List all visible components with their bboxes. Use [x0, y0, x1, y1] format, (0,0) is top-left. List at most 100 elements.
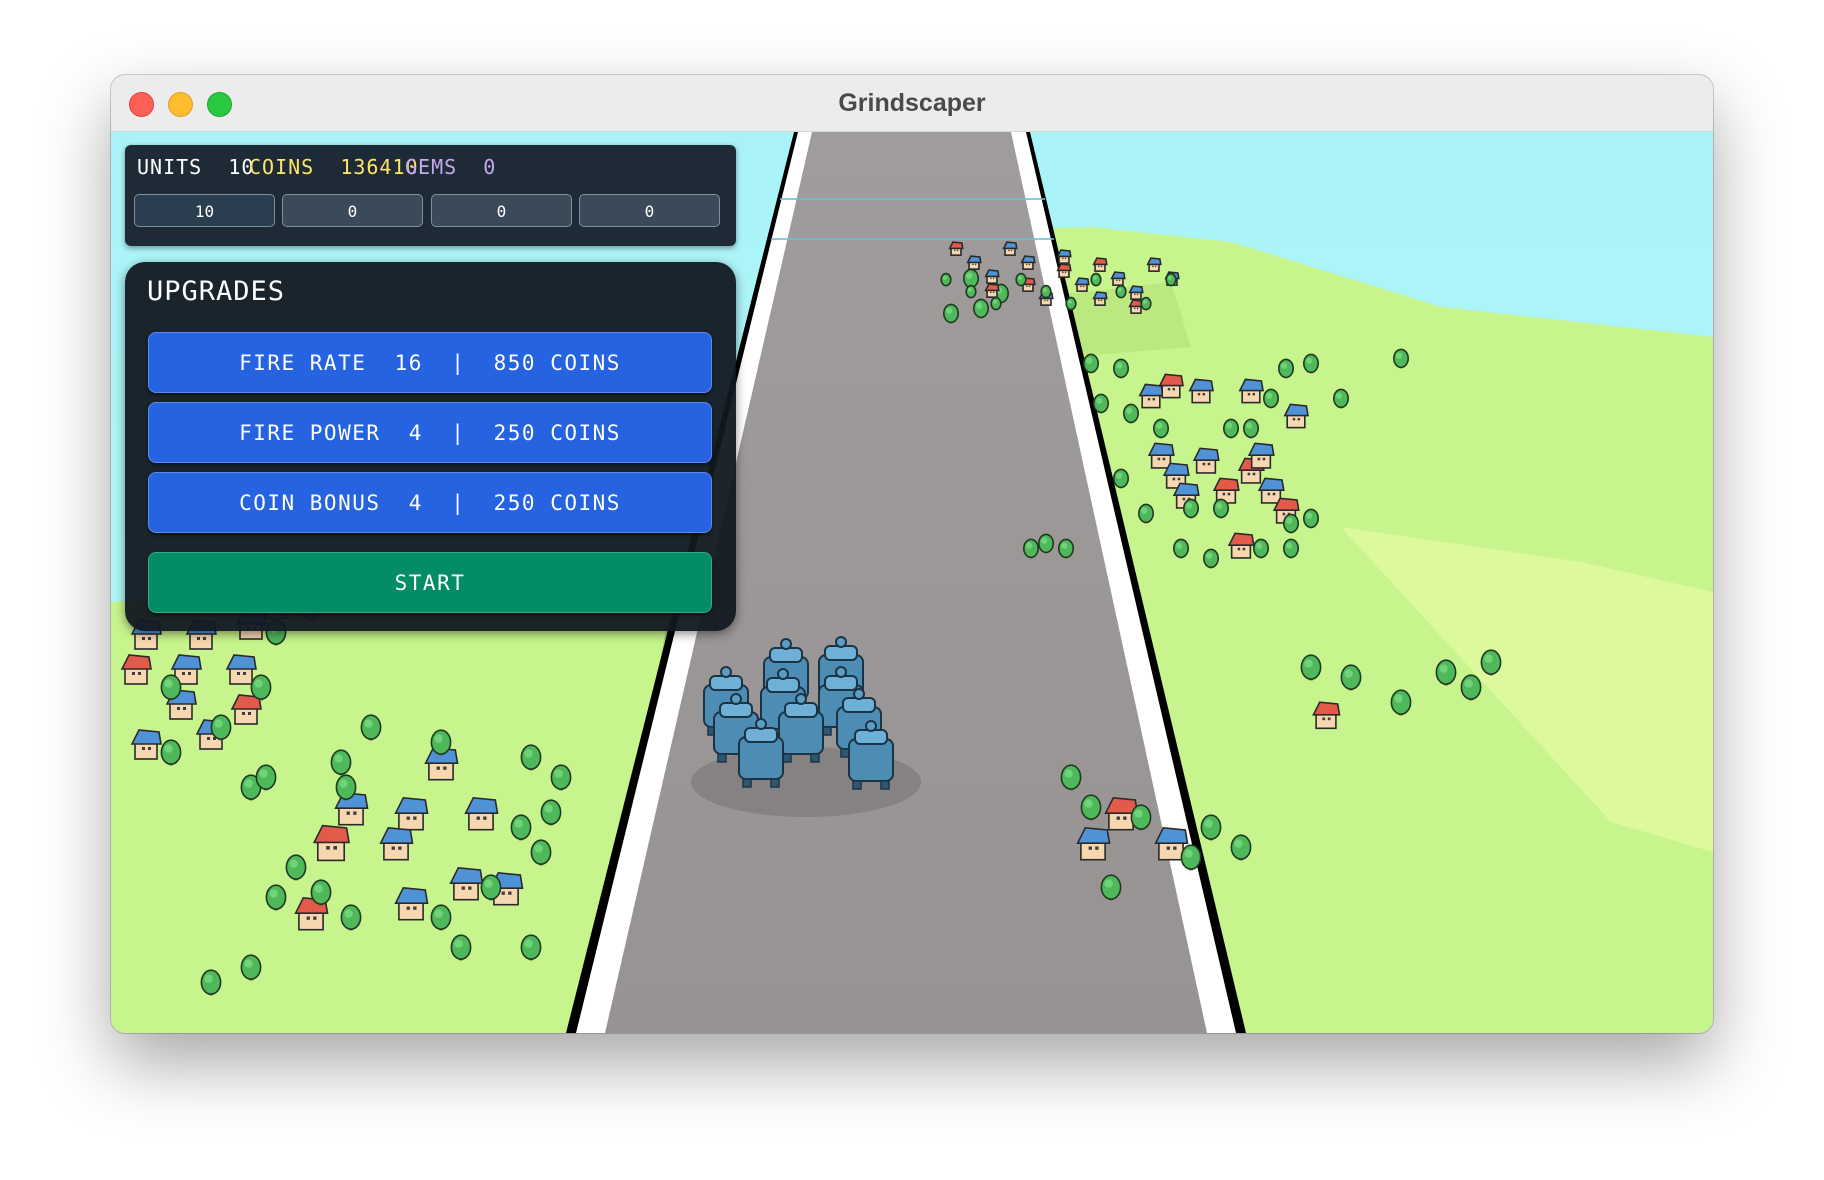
tree — [1065, 296, 1077, 311]
tree — [540, 799, 562, 826]
tree — [1203, 548, 1220, 569]
tree — [990, 296, 1002, 311]
tree — [530, 839, 552, 866]
tree — [250, 674, 272, 701]
tree — [1057, 538, 1074, 559]
house — [394, 796, 429, 831]
tree — [1223, 418, 1240, 439]
units-stat: UNITS 10 — [137, 155, 254, 179]
tree — [1060, 764, 1082, 791]
units-label: UNITS — [137, 155, 203, 179]
house — [1056, 263, 1072, 278]
tree — [965, 284, 977, 299]
house — [225, 654, 257, 685]
game-window: Grindscaper UNITS 10 COINS 136410 GEMS 0… — [111, 75, 1713, 1033]
house — [1092, 257, 1108, 272]
tree — [1112, 358, 1129, 379]
house — [1128, 285, 1144, 300]
hud-bar: UNITS 10 COINS 136410 GEMS 0 10 0 0 0 — [125, 145, 736, 246]
fire-power-upgrade-button[interactable]: FIRE POWER 4 | 250 COINS — [148, 402, 712, 463]
tree — [255, 764, 277, 791]
tree — [1263, 388, 1280, 409]
tree — [1112, 468, 1129, 489]
unit-slot-1[interactable]: 10 — [134, 194, 275, 227]
gems-value: 0 — [483, 155, 497, 179]
house — [1238, 378, 1264, 404]
house — [230, 694, 262, 725]
house — [1158, 373, 1184, 399]
tree — [1138, 503, 1155, 524]
tree — [480, 874, 502, 901]
tree — [1435, 659, 1457, 686]
tree — [1303, 508, 1320, 529]
unit-slot-2[interactable]: 0 — [282, 194, 423, 227]
tree — [1022, 538, 1039, 559]
coins-stat: COINS 136410 — [249, 155, 419, 179]
tree — [1180, 844, 1202, 871]
tree — [1040, 284, 1052, 299]
tree — [1200, 814, 1222, 841]
house — [1247, 442, 1275, 469]
unit — [738, 718, 784, 788]
game-scene[interactable]: UNITS 10 COINS 136410 GEMS 0 10 0 0 0 UP… — [111, 132, 1713, 1033]
gems-stat: GEMS 0 — [405, 155, 496, 179]
house — [1312, 701, 1341, 730]
tree — [160, 674, 182, 701]
house — [130, 729, 162, 760]
fire-rate-upgrade-button[interactable]: FIRE RATE 16 | 850 COINS — [148, 332, 712, 393]
house — [1056, 249, 1072, 264]
unit — [778, 693, 824, 763]
tree — [340, 904, 362, 931]
house — [394, 886, 429, 921]
tree — [310, 879, 332, 906]
tree — [200, 969, 222, 996]
house — [948, 241, 964, 256]
gems-label: GEMS — [405, 155, 458, 179]
tree — [550, 764, 572, 791]
tree — [1037, 533, 1054, 554]
house — [1227, 532, 1255, 559]
tree — [330, 749, 352, 776]
tree — [1080, 794, 1102, 821]
tree — [335, 774, 357, 801]
tree — [972, 298, 989, 319]
tree — [1173, 538, 1190, 559]
unit-slot-4[interactable]: 0 — [579, 194, 720, 227]
tree — [1300, 654, 1322, 681]
house — [1002, 241, 1018, 256]
unit — [848, 720, 894, 790]
house — [1110, 271, 1126, 286]
tree — [285, 854, 307, 881]
tree — [1213, 498, 1230, 519]
coin-bonus-upgrade-button[interactable]: COIN BONUS 4 | 250 COINS — [148, 472, 712, 533]
unit-slot-3[interactable]: 0 — [431, 194, 572, 227]
house — [1212, 477, 1240, 504]
tree — [160, 739, 182, 766]
tree — [1165, 272, 1177, 287]
tree — [240, 954, 262, 981]
tree — [1333, 388, 1350, 409]
tree — [942, 303, 959, 324]
tree — [1243, 418, 1260, 439]
tree — [1303, 353, 1320, 374]
tree — [1153, 418, 1170, 439]
tree — [450, 934, 472, 961]
house — [1076, 826, 1111, 861]
tree — [1090, 272, 1102, 287]
house — [1020, 255, 1036, 270]
tree — [1390, 689, 1412, 716]
start-button[interactable]: START — [148, 552, 712, 613]
tree — [1393, 348, 1410, 369]
tree — [1015, 272, 1027, 287]
tree — [1230, 834, 1252, 861]
tree — [1130, 804, 1152, 831]
house — [1192, 447, 1220, 474]
house — [1074, 277, 1090, 292]
house — [1138, 383, 1164, 409]
tree — [1115, 284, 1127, 299]
tree — [1283, 538, 1300, 559]
tree — [1283, 513, 1300, 534]
tree — [1140, 296, 1152, 311]
tree — [520, 744, 542, 771]
coins-label: COINS — [249, 155, 315, 179]
